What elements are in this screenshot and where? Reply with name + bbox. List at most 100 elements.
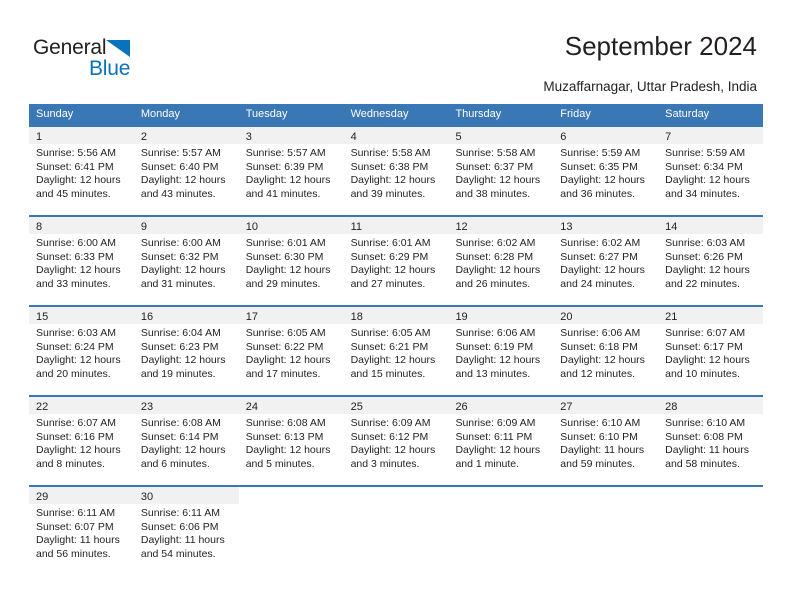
daylight-text-line2: and 5 minutes.	[245, 457, 315, 470]
day-number-band: 1	[29, 127, 134, 144]
daylight-text-line2: and 12 minutes.	[560, 367, 636, 380]
daylight-text-line1: Daylight: 12 hours	[140, 354, 226, 367]
weekday-header-wednesday: Wednesday	[350, 108, 409, 120]
day-number-band: 15	[29, 307, 134, 324]
day-cell[interactable]: 28 Sunrise: 6:10 AM Sunset: 6:08 PM Dayl…	[658, 397, 764, 485]
day-cell[interactable]: 30 Sunrise: 6:11 AM Sunset: 6:06 PM Dayl…	[133, 487, 239, 575]
daylight-text-line1: Daylight: 12 hours	[140, 174, 226, 187]
day-cell[interactable]: 3 Sunrise: 5:57 AM Sunset: 6:39 PM Dayli…	[238, 127, 344, 215]
daylight-text-line1: Daylight: 12 hours	[455, 174, 541, 187]
day-number: 26	[455, 401, 468, 413]
sunset-text: Sunset: 6:26 PM	[665, 250, 743, 263]
daylight-text-line2: and 19 minutes.	[140, 367, 216, 380]
daylight-text-line1: Daylight: 12 hours	[245, 264, 331, 277]
day-details: Sunrise: 5:56 AM Sunset: 6:41 PM Dayligh…	[29, 144, 134, 201]
day-number: 9	[140, 221, 147, 233]
daylight-text-line2: and 27 minutes.	[350, 277, 426, 290]
weekday-header-row: Sunday Monday Tuesday Wednesday Thursday…	[29, 104, 763, 125]
sunset-text: Sunset: 6:24 PM	[36, 340, 114, 353]
day-details: Sunrise: 6:10 AM Sunset: 6:08 PM Dayligh…	[658, 414, 763, 471]
day-details: Sunrise: 6:07 AM Sunset: 6:17 PM Dayligh…	[658, 324, 763, 381]
day-cell[interactable]: 19 Sunrise: 6:06 AM Sunset: 6:19 PM Dayl…	[448, 307, 554, 395]
day-cell[interactable]: 4 Sunrise: 5:58 AM Sunset: 6:38 PM Dayli…	[343, 127, 449, 215]
sunset-text: Sunset: 6:13 PM	[245, 430, 324, 443]
day-cell[interactable]: 10 Sunrise: 6:01 AM Sunset: 6:30 PM Dayl…	[238, 217, 344, 305]
day-number-band: 25	[343, 397, 449, 414]
day-number-band: 22	[29, 397, 134, 414]
day-cell[interactable]: 29 Sunrise: 6:11 AM Sunset: 6:07 PM Dayl…	[29, 487, 134, 575]
daylight-text-line2: and 24 minutes.	[560, 277, 636, 290]
day-cell[interactable]: 20 Sunrise: 6:06 AM Sunset: 6:18 PM Dayl…	[553, 307, 659, 395]
day-cell[interactable]: 26 Sunrise: 6:09 AM Sunset: 6:11 PM Dayl…	[448, 397, 554, 485]
sunrise-text: Sunrise: 6:10 AM	[560, 417, 641, 429]
day-cell[interactable]: 24 Sunrise: 6:08 AM Sunset: 6:13 PM Dayl…	[238, 397, 344, 485]
daylight-text-line1: Daylight: 12 hours	[350, 264, 436, 277]
day-cell[interactable]: 2 Sunrise: 5:57 AM Sunset: 6:40 PM Dayli…	[133, 127, 239, 215]
sunrise-text: Sunrise: 6:07 AM	[665, 327, 746, 339]
day-number-band: 3	[238, 127, 344, 144]
sunset-text: Sunset: 6:06 PM	[140, 520, 219, 533]
day-cell[interactable]: 21 Sunrise: 6:07 AM Sunset: 6:17 PM Dayl…	[658, 307, 764, 395]
day-details: Sunrise: 6:04 AM Sunset: 6:23 PM Dayligh…	[134, 324, 239, 381]
daylight-text-line2: and 13 minutes.	[455, 367, 531, 380]
day-number: 8	[36, 221, 43, 233]
day-number: 27	[560, 401, 573, 413]
day-cell[interactable]: 16 Sunrise: 6:04 AM Sunset: 6:23 PM Dayl…	[133, 307, 239, 395]
day-cell[interactable]: 12 Sunrise: 6:02 AM Sunset: 6:28 PM Dayl…	[448, 217, 554, 305]
day-cell[interactable]: 11 Sunrise: 6:01 AM Sunset: 6:29 PM Dayl…	[343, 217, 449, 305]
daylight-text-line2: and 17 minutes.	[245, 367, 321, 380]
weekday-header-monday: Monday	[140, 108, 180, 120]
daylight-text-line2: and 56 minutes.	[36, 547, 111, 560]
day-cell[interactable]: 6 Sunrise: 5:59 AM Sunset: 6:35 PM Dayli…	[553, 127, 659, 215]
day-cell[interactable]: 9 Sunrise: 6:00 AM Sunset: 6:32 PM Dayli…	[133, 217, 239, 305]
day-number-band: 28	[658, 397, 764, 414]
day-cell[interactable]: 22 Sunrise: 6:07 AM Sunset: 6:16 PM Dayl…	[29, 397, 134, 485]
daylight-text-line2: and 8 minutes.	[36, 457, 105, 470]
daylight-text-line1: Daylight: 12 hours	[36, 444, 121, 457]
day-details: Sunrise: 5:59 AM Sunset: 6:34 PM Dayligh…	[658, 144, 763, 201]
sunset-text: Sunset: 6:40 PM	[140, 160, 219, 173]
sunrise-text: Sunrise: 6:06 AM	[560, 327, 641, 339]
day-cell-empty	[448, 487, 554, 575]
day-number: 18	[350, 311, 363, 323]
day-cell[interactable]: 23 Sunrise: 6:08 AM Sunset: 6:14 PM Dayl…	[133, 397, 239, 485]
day-cell[interactable]: 14 Sunrise: 6:03 AM Sunset: 6:26 PM Dayl…	[658, 217, 764, 305]
day-number: 17	[245, 311, 258, 323]
sunrise-text: Sunrise: 6:02 AM	[455, 237, 536, 249]
sunrise-text: Sunrise: 6:08 AM	[140, 417, 221, 429]
day-cell-empty	[238, 487, 344, 575]
day-cell[interactable]: 15 Sunrise: 6:03 AM Sunset: 6:24 PM Dayl…	[29, 307, 134, 395]
day-details: Sunrise: 6:09 AM Sunset: 6:11 PM Dayligh…	[448, 414, 553, 471]
day-number-band: 24	[238, 397, 344, 414]
day-number: 24	[245, 401, 258, 413]
day-number: 5	[455, 131, 462, 143]
sunset-text: Sunset: 6:23 PM	[140, 340, 219, 353]
day-details: Sunrise: 6:02 AM Sunset: 6:27 PM Dayligh…	[553, 234, 658, 291]
day-details: Sunrise: 6:00 AM Sunset: 6:32 PM Dayligh…	[134, 234, 239, 291]
sunset-text: Sunset: 6:35 PM	[560, 160, 638, 173]
day-cell[interactable]: 27 Sunrise: 6:10 AM Sunset: 6:10 PM Dayl…	[553, 397, 659, 485]
sunrise-text: Sunrise: 5:59 AM	[560, 147, 641, 159]
day-cell[interactable]: 18 Sunrise: 6:05 AM Sunset: 6:21 PM Dayl…	[343, 307, 449, 395]
daylight-text-line1: Daylight: 12 hours	[665, 264, 750, 277]
day-cell[interactable]: 8 Sunrise: 6:00 AM Sunset: 6:33 PM Dayli…	[29, 217, 134, 305]
day-cell[interactable]: 25 Sunrise: 6:09 AM Sunset: 6:12 PM Dayl…	[343, 397, 449, 485]
day-cell[interactable]: 13 Sunrise: 6:02 AM Sunset: 6:27 PM Dayl…	[553, 217, 659, 305]
sunrise-text: Sunrise: 6:11 AM	[36, 507, 116, 519]
daylight-text-line1: Daylight: 12 hours	[455, 354, 541, 367]
day-number-band: 9	[133, 217, 239, 234]
sunset-text: Sunset: 6:16 PM	[36, 430, 114, 443]
daylight-text-line2: and 1 minute.	[455, 457, 520, 470]
sunset-text: Sunset: 6:27 PM	[560, 250, 638, 263]
sunset-text: Sunset: 6:07 PM	[36, 520, 114, 533]
day-cell[interactable]: 7 Sunrise: 5:59 AM Sunset: 6:34 PM Dayli…	[658, 127, 764, 215]
sunrise-text: Sunrise: 5:59 AM	[665, 147, 746, 159]
general-blue-logo[interactable]: General Blue	[33, 36, 233, 86]
daylight-text-line1: Daylight: 12 hours	[350, 444, 436, 457]
day-cell[interactable]: 17 Sunrise: 6:05 AM Sunset: 6:22 PM Dayl…	[238, 307, 344, 395]
daylight-text-line1: Daylight: 12 hours	[140, 444, 226, 457]
sunrise-text: Sunrise: 5:57 AM	[140, 147, 221, 159]
day-cell[interactable]: 1 Sunrise: 5:56 AM Sunset: 6:41 PM Dayli…	[29, 127, 134, 215]
day-cell[interactable]: 5 Sunrise: 5:58 AM Sunset: 6:37 PM Dayli…	[448, 127, 554, 215]
day-details: Sunrise: 5:59 AM Sunset: 6:35 PM Dayligh…	[553, 144, 658, 201]
